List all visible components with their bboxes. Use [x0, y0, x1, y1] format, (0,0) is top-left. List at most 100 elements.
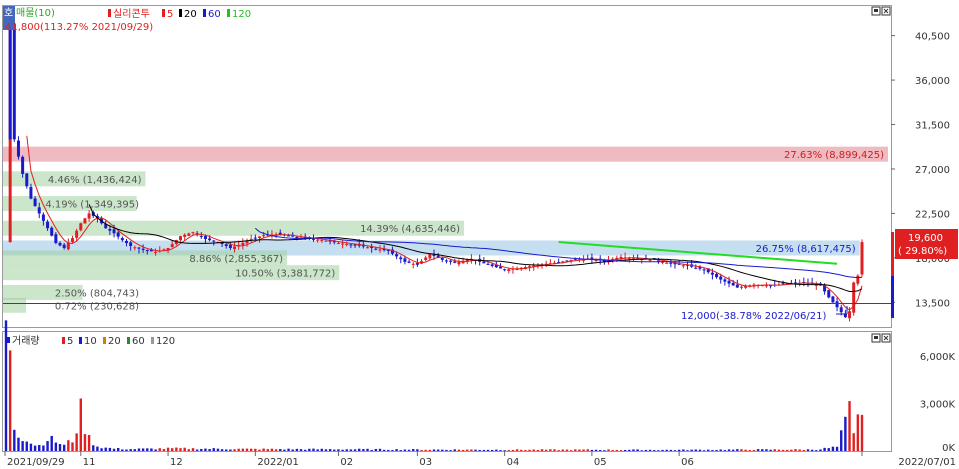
volume-bar [532, 449, 535, 451]
volume-bar [453, 449, 456, 451]
volume-legend-swatch [103, 337, 106, 344]
volume-bar [507, 450, 510, 451]
volume-bar [162, 449, 166, 451]
volume-profile-bar [3, 297, 27, 313]
volume-bar [216, 448, 220, 451]
volume-tick-label: 3,000K [920, 399, 956, 410]
legend-item-label[interactable]: 실리콘투 [113, 8, 150, 20]
volume-bar [171, 448, 174, 451]
volume-legend-item[interactable]: 60 [132, 336, 145, 347]
volume-panel-controls[interactable] [871, 333, 891, 343]
volume-legend-swatch [151, 337, 154, 344]
volume-bar [682, 449, 685, 451]
candle-body [116, 232, 120, 237]
volume-profile-label: 14.39% (4,635,446) [360, 224, 460, 235]
volume-bar [819, 449, 822, 451]
volume-bar [844, 416, 847, 451]
volume-bar [549, 449, 552, 451]
volume-bar [104, 447, 107, 451]
volume-bar [756, 449, 760, 451]
volume-legend-item[interactable]: 10 [84, 336, 97, 347]
candle-body [191, 232, 195, 234]
volume-bar [840, 430, 843, 451]
stock-chart[interactable]: 27.63% (8,899,425) 4.46% (1,436,424) 4.19%… [0, 0, 959, 469]
candle-body [228, 244, 232, 248]
candle-body [507, 269, 511, 272]
volume-legend-item[interactable]: 120 [156, 336, 175, 347]
current-change: ( 29.80%) [898, 246, 947, 257]
volume-legend-item[interactable]: 20 [108, 336, 121, 347]
volume-bar [183, 447, 186, 451]
volume-legend-item[interactable]: 5 [67, 336, 73, 347]
volume-bar [686, 450, 689, 451]
legend-item-label[interactable]: 20 [184, 9, 197, 20]
legend-item-label[interactable]: 5 [167, 9, 173, 20]
candle-body [710, 272, 714, 275]
volume-bar [220, 449, 224, 451]
volume-bar [520, 449, 523, 451]
volume-bar [299, 449, 303, 451]
legend-item-label[interactable]: 60 [208, 9, 221, 20]
candle-body [87, 213, 91, 219]
candle-body [503, 269, 507, 271]
volume-bar [723, 450, 727, 451]
candle-body [79, 223, 83, 231]
volume-bar [245, 448, 249, 451]
volume-bar [175, 447, 178, 451]
volume-bar [38, 445, 41, 451]
candle-body [8, 22, 12, 140]
volume-bar [578, 449, 581, 451]
volume-bar [432, 449, 436, 451]
candle-body [262, 235, 266, 237]
volume-bar [262, 448, 265, 451]
candle-body [253, 237, 257, 239]
legend-item-label[interactable]: 120 [232, 9, 251, 20]
legend-swatch [227, 9, 230, 17]
volume-bar [653, 450, 656, 451]
volume-bar [657, 450, 660, 451]
volume-bar [815, 450, 818, 451]
volume-bar [632, 449, 635, 451]
volume-bar [412, 449, 415, 451]
candle-body [324, 240, 328, 242]
volume-bar [112, 448, 116, 451]
volume-bar [648, 449, 652, 451]
candle-body [681, 265, 685, 267]
candle-body [719, 276, 723, 280]
volume-bar [237, 448, 240, 451]
volume-profile-label: 4.46% (1,436,424) [48, 175, 142, 186]
candle-body [295, 236, 299, 238]
price-panel-controls[interactable] [871, 6, 891, 16]
volume-bar [569, 450, 573, 451]
volume-bar [391, 450, 394, 451]
candle-body [170, 244, 174, 248]
volume-bar [719, 449, 722, 451]
candle-body [241, 243, 245, 246]
candle-body [129, 242, 133, 247]
candle-body [827, 290, 831, 298]
volume-bar [399, 450, 402, 451]
volume-bar [42, 445, 45, 451]
legend-swatch [162, 9, 165, 17]
candle-body [50, 227, 54, 236]
candle-body [498, 266, 502, 269]
candle-body [37, 207, 41, 214]
volume-bar [449, 450, 452, 451]
volume-bar [798, 449, 801, 451]
volume-bar [54, 442, 58, 451]
price-tick-label: 31,500 [915, 121, 950, 132]
volume-bar [707, 449, 710, 451]
volume-bar [603, 450, 606, 451]
volume-bar [50, 435, 53, 451]
volume-bar [158, 448, 161, 451]
volume-bar [428, 449, 432, 451]
volume-bar [835, 446, 839, 451]
volume-bar [200, 448, 203, 451]
volume-bar [669, 449, 673, 451]
volume-legend-swatch [79, 337, 82, 344]
candle-body [665, 262, 669, 264]
volume-bar [266, 449, 269, 451]
volume-profile-label: 27.63% (8,899,425) [784, 150, 884, 161]
volume-bar [831, 446, 835, 451]
volume-bar [249, 448, 253, 451]
